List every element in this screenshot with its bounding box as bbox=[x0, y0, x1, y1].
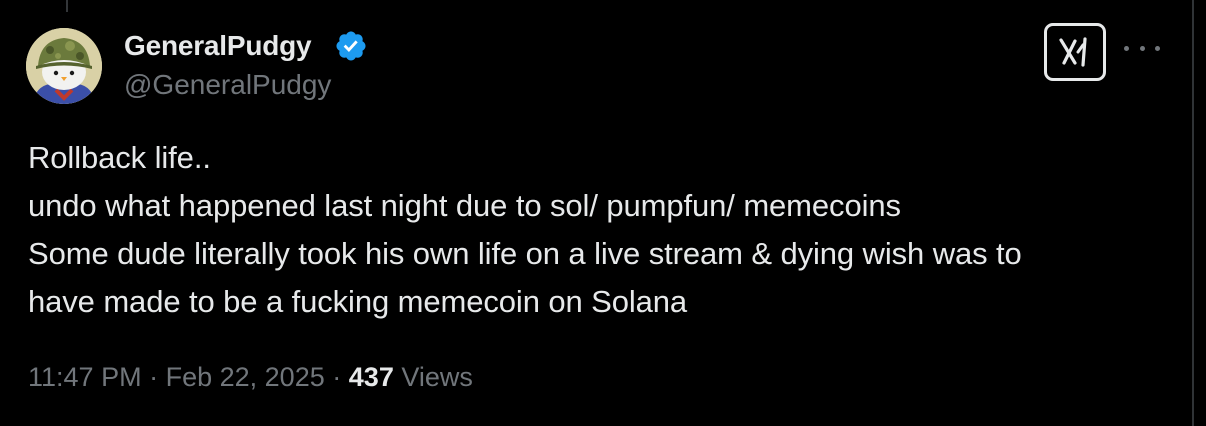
avatar[interactable] bbox=[26, 28, 102, 104]
thread-connector-line bbox=[66, 0, 68, 12]
author-handle[interactable]: @GeneralPudgy bbox=[124, 68, 331, 102]
tweet-timestamp-link[interactable]: 11:47 PM · Feb 22, 2025 bbox=[28, 362, 325, 392]
grok-button[interactable] bbox=[1044, 23, 1106, 81]
author-display-name[interactable]: GeneralPudgy bbox=[124, 29, 312, 63]
more-options-dot bbox=[1155, 45, 1160, 51]
tweet-meta: 11:47 PM · Feb 22, 2025 · 437 Views bbox=[28, 359, 473, 395]
column-divider bbox=[1192, 0, 1194, 426]
more-options-icon bbox=[1124, 45, 1129, 51]
meta-separator: · bbox=[332, 362, 342, 392]
tweet-time: 11:47 PM bbox=[28, 362, 142, 392]
views-link[interactable]: 437 Views bbox=[349, 362, 473, 392]
more-options-dot bbox=[1139, 45, 1145, 51]
views-count: 437 bbox=[348, 362, 394, 392]
tweet-text-line: undo what happened last night due to sol… bbox=[28, 188, 901, 223]
pudgy-penguin-soldier-avatar bbox=[26, 28, 102, 104]
tweet-date: Feb 22, 2025 bbox=[165, 362, 325, 392]
grok-icon bbox=[1059, 37, 1087, 67]
tweet-text-line: Rollback life.. bbox=[28, 140, 211, 175]
views-label: Views bbox=[401, 362, 473, 392]
tweet-text-line: Some dude literally took his own life on… bbox=[28, 236, 1022, 271]
verified-badge-icon bbox=[336, 31, 366, 61]
tweet-text: Rollback life.. undo what happened last … bbox=[28, 134, 1178, 326]
more-options-button[interactable] bbox=[1124, 36, 1160, 60]
tweet-text-line: have made to be a fucking memecoin on So… bbox=[28, 284, 688, 319]
meta-separator: · bbox=[149, 362, 159, 392]
